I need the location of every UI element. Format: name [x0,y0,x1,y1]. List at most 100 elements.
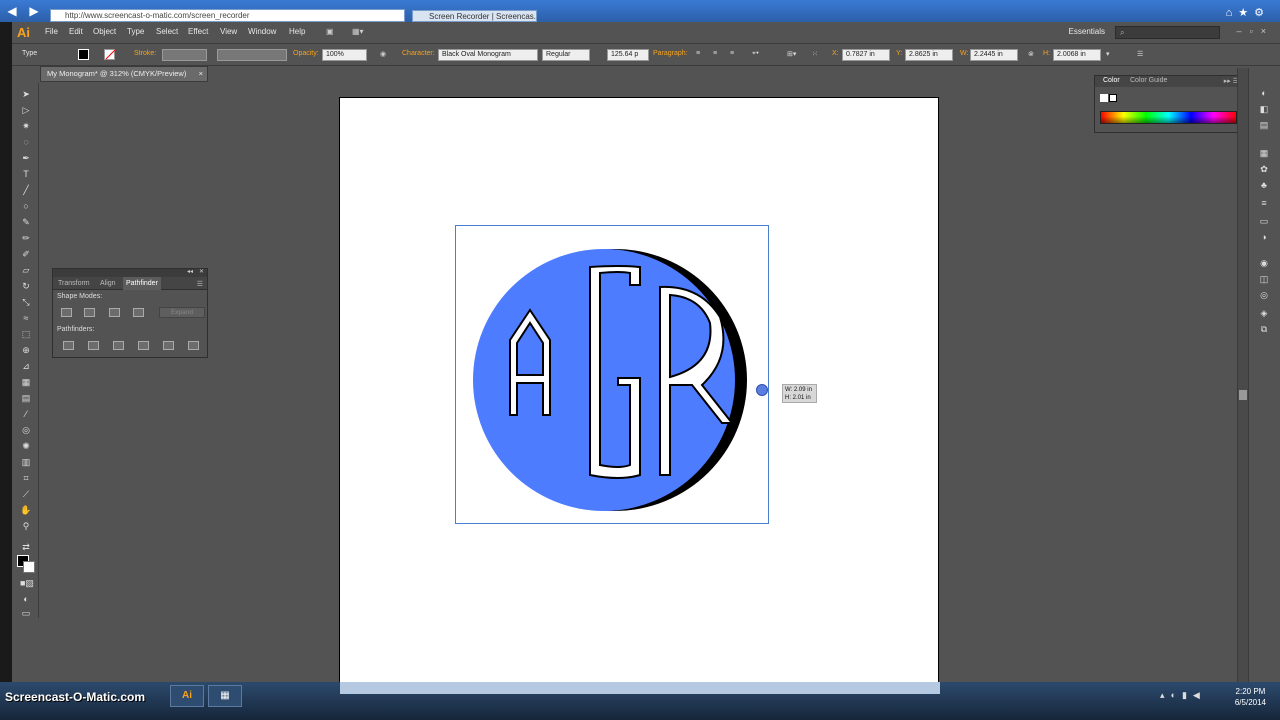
stroke-weight-field[interactable] [162,49,207,61]
type-tool-icon[interactable]: T [20,168,32,180]
help-search-input[interactable]: ⌕ [1115,26,1220,39]
gradient-icon[interactable]: ▭ [1257,216,1271,228]
swatches-icon[interactable]: ▦ [1257,148,1271,160]
forward-icon[interactable]: ▶ [26,3,42,19]
appearance-icon[interactable]: ◉ [1257,258,1271,270]
none-swatch[interactable] [1100,94,1108,102]
opacity-field[interactable]: 100% [322,49,367,61]
menu-object[interactable]: Object [93,27,116,36]
menu-edit[interactable]: Edit [69,27,83,36]
panel-header[interactable]: ◂◂ ✕ [53,269,207,277]
tab-transform[interactable]: Transform [58,280,90,287]
magic-wand-tool-icon[interactable]: ✷ [20,120,32,132]
rotate-tool-icon[interactable]: ↻ [20,280,32,292]
stroke-label[interactable]: Stroke: [134,50,156,57]
swap-colors-icon[interactable]: ⇄ [20,541,32,553]
perspective-grid-tool-icon[interactable]: ⊿ [20,360,32,372]
h-label[interactable]: H: [1043,50,1050,57]
reference-point-icon[interactable]: ⁙ [812,50,818,58]
align-left-icon[interactable]: ≡ [696,50,700,57]
font-size-field[interactable]: 125.64 p [607,49,649,61]
pencil-tool-icon[interactable]: ✏ [20,232,32,244]
tab-color-guide[interactable]: Color Guide [1130,77,1167,84]
stroke-color-box[interactable] [23,561,35,573]
shape-builder-tool-icon[interactable]: ⊕ [20,344,32,356]
system-tray-icons[interactable]: ▴◐▮◀ [1160,690,1206,701]
zoom-tool-icon[interactable]: ⚲ [20,520,32,532]
color-guide-icon[interactable]: ◧ [1257,104,1271,116]
artboards-icon[interactable]: ⧉ [1257,324,1271,336]
y-label[interactable]: Y: [896,50,902,57]
arrange-documents-icon[interactable]: ▦▾ [352,27,364,36]
direct-selection-tool-icon[interactable]: ▷ [20,104,32,116]
collapse-panel-icon[interactable]: ◂◂ [187,268,193,275]
free-transform-tool-icon[interactable]: ⬚ [20,328,32,340]
symbol-sprayer-tool-icon[interactable]: ✺ [20,440,32,452]
opacity-label[interactable]: Opacity: [293,50,319,57]
taskbar-recorder-button[interactable]: ▦ [208,685,242,707]
vertical-scrollbar[interactable] [1237,68,1248,682]
gradient-tool-icon[interactable]: ▤ [20,392,32,404]
browser-home-star-gear-icons[interactable]: ⌂★⚙ [1226,6,1270,19]
unite-button[interactable] [61,308,72,317]
h-field[interactable]: 2.0068 in [1053,49,1101,61]
monogram-artwork[interactable] [470,245,770,515]
document-close-icon[interactable]: × [199,67,203,81]
blend-tool-icon[interactable]: ◎ [20,424,32,436]
stroke-swatch[interactable] [104,49,115,60]
align-center-icon[interactable]: ≡ [713,50,717,57]
panel-menu-icon[interactable]: ☰ [197,280,203,288]
align-objects-icon[interactable]: ⊞▾ [787,50,796,58]
menu-file[interactable]: File [45,27,58,36]
line-tool-icon[interactable]: ╱ [20,184,32,196]
links-icon[interactable]: ◎ [1257,290,1271,302]
merge-button[interactable] [113,341,124,350]
system-clock[interactable]: 2:20 PM 6/5/2014 [1235,686,1266,708]
taskbar-illustrator-button[interactable]: Ai [170,685,204,707]
variable-width-profile[interactable] [217,49,287,61]
resize-cursor-icon[interactable] [756,384,768,396]
recolor-icon[interactable]: ◉ [380,50,386,58]
intersect-button[interactable] [109,308,120,317]
ellipse-tool-icon[interactable]: ○ [20,200,32,212]
y-field[interactable]: 2.8625 in [905,49,953,61]
warp-tool-icon[interactable]: ≈ [20,312,32,324]
white-swatch[interactable] [1109,94,1117,102]
menu-type[interactable]: Type [127,27,144,36]
color-panel-icon[interactable]: ◐ [1257,88,1271,100]
window-controls[interactable]: –▫× [1237,26,1274,36]
control-panel-menu-icon[interactable]: ☰ [1137,50,1143,58]
w-field[interactable]: 2.2445 in [970,49,1018,61]
menu-select[interactable]: Select [156,27,178,36]
scrollbar-thumb[interactable] [1239,390,1247,400]
w-label[interactable]: W: [960,50,968,57]
artboard-tool-icon[interactable]: ⌗ [20,472,32,484]
color-spectrum[interactable] [1100,111,1237,124]
document-tab[interactable]: My Monogram* @ 312% (CMYK/Preview) × [40,66,208,82]
canvas-area[interactable]: W: 2.09 in H: 2.01 in [40,83,1236,682]
menu-effect[interactable]: Effect [188,27,208,36]
eyedropper-tool-icon[interactable]: ⁄ [20,408,32,420]
pen-tool-icon[interactable]: ✒ [20,152,32,164]
options-menu-icon[interactable]: ▾ [1106,50,1110,58]
layers-icon[interactable]: ◈ [1257,308,1271,320]
slice-tool-icon[interactable]: ⟋ [20,488,32,500]
bridge-icon[interactable]: ▣ [326,27,334,36]
menu-window[interactable]: Window [248,27,276,36]
kuler-icon[interactable]: ▤ [1257,120,1271,132]
brushes-icon[interactable]: ✿ [1257,164,1271,176]
stroke-icon[interactable]: ≡ [1257,198,1271,210]
back-icon[interactable]: ◀ [4,3,20,19]
align-right-icon[interactable]: ≡ [730,50,734,57]
menu-help[interactable]: Help [289,27,305,36]
workspace-switcher[interactable]: Essentials [1069,27,1105,36]
character-label[interactable]: Character: [402,50,435,57]
fill-swatch[interactable] [78,49,89,60]
transparency-icon[interactable]: ◑ [1257,232,1271,244]
graphic-styles-icon[interactable]: ◫ [1257,274,1271,286]
selection-tool-icon[interactable]: ➤ [20,88,32,100]
x-field[interactable]: 0.7827 in [842,49,890,61]
minus-front-button[interactable] [84,308,95,317]
minus-back-button[interactable] [188,341,199,350]
tab-color[interactable]: Color [1103,77,1120,84]
